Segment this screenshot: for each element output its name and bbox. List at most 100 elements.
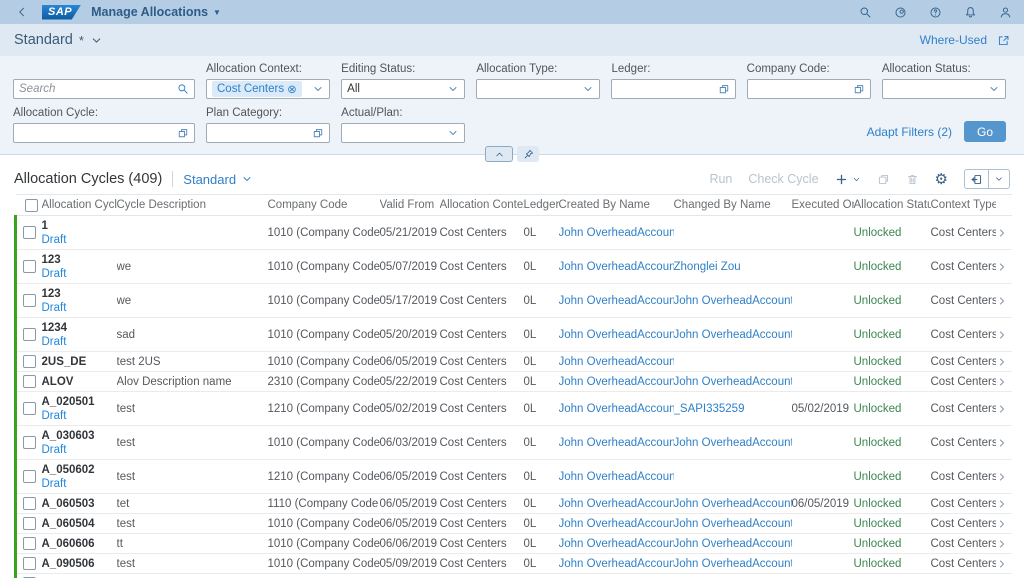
- row-navigation-chevron[interactable]: [996, 514, 1012, 534]
- table-row[interactable]: A_060504test1010 (Company Code 1010)06/0…: [16, 514, 1012, 534]
- changed-by-link[interactable]: _SAPI335259: [674, 403, 745, 415]
- row-navigation-chevron[interactable]: [996, 216, 1012, 250]
- row-navigation-chevron[interactable]: [996, 372, 1012, 392]
- table-row[interactable]: A_090506test1010 (Company Code 1010)05/0…: [16, 554, 1012, 574]
- col-context-type-text[interactable]: Context Type Text: [931, 195, 996, 216]
- created-by-link[interactable]: John OverheadAccountant: [559, 538, 674, 550]
- shell-notifications-button[interactable]: [964, 6, 977, 19]
- changed-by-link[interactable]: John OverheadAccountant: [674, 498, 792, 510]
- shell-search-button[interactable]: [859, 6, 872, 19]
- table-row[interactable]: 1Draft1010 (Company Code 1010)05/21/2019…: [16, 216, 1012, 250]
- cost-centers-token[interactable]: Cost Centers⊗: [212, 81, 302, 97]
- changed-by-link[interactable]: John OverheadAccountant: [674, 558, 792, 570]
- search-field[interactable]: [13, 79, 195, 99]
- row-navigation-chevron[interactable]: [996, 318, 1012, 352]
- changed-by-link[interactable]: John OverheadAccountant: [674, 295, 792, 307]
- row-checkbox[interactable]: [23, 537, 36, 550]
- value-help-icon[interactable]: [177, 127, 189, 139]
- search-input[interactable]: [19, 83, 173, 95]
- col-ledger[interactable]: Ledger: [524, 195, 559, 216]
- allocation-type-select[interactable]: [476, 79, 600, 99]
- row-checkbox[interactable]: [23, 557, 36, 570]
- created-by-link[interactable]: John OverheadAccountant: [559, 403, 674, 415]
- row-checkbox[interactable]: [23, 328, 36, 341]
- table-row[interactable]: 123Draftwe1010 (Company Code 1010)05/07/…: [16, 250, 1012, 284]
- draft-link[interactable]: Draft: [42, 302, 67, 314]
- row-checkbox[interactable]: [23, 260, 36, 273]
- ledger-input[interactable]: [611, 79, 735, 99]
- draft-link[interactable]: Draft: [42, 268, 67, 280]
- table-row[interactable]: A_020501Drafttest1210 (Company Code 1210…: [16, 392, 1012, 426]
- table-variant-selector[interactable]: Standard: [183, 172, 253, 187]
- created-by-link[interactable]: John OverheadAccountant: [559, 437, 674, 449]
- created-by-link[interactable]: John OverheadAccountant: [559, 295, 674, 307]
- row-navigation-chevron[interactable]: [996, 250, 1012, 284]
- export-button[interactable]: [965, 170, 988, 188]
- created-by-link[interactable]: John OverheadAccountant: [559, 329, 674, 341]
- row-checkbox[interactable]: [23, 375, 36, 388]
- row-checkbox[interactable]: [23, 294, 36, 307]
- table-row[interactable]: A_030603Drafttest1010 (Company Code 1010…: [16, 426, 1012, 460]
- table-row[interactable]: A_090507test1010 (Company Code 1010)05/0…: [16, 574, 1012, 578]
- search-input-icon[interactable]: [177, 83, 189, 95]
- row-navigation-chevron[interactable]: [996, 392, 1012, 426]
- value-help-icon[interactable]: [853, 83, 865, 95]
- row-navigation-chevron[interactable]: [996, 426, 1012, 460]
- created-by-link[interactable]: John OverheadAccountant: [559, 227, 674, 239]
- select-all-checkbox[interactable]: [25, 199, 38, 212]
- back-button[interactable]: [12, 3, 32, 21]
- table-row[interactable]: A_060503tet1110 (Company Code 1110)06/05…: [16, 494, 1012, 514]
- table-row[interactable]: A_050602Drafttest1210 (Company Code 1210…: [16, 460, 1012, 494]
- changed-by-link[interactable]: John OverheadAccountant: [674, 518, 792, 530]
- col-executed-on[interactable]: Executed On: [792, 195, 854, 216]
- chevron-down-icon[interactable]: [582, 83, 594, 95]
- changed-by-link[interactable]: Zhonglei Zou: [674, 261, 741, 273]
- row-navigation-chevron[interactable]: [996, 460, 1012, 494]
- delete-button[interactable]: [906, 173, 919, 186]
- copy-button[interactable]: [877, 173, 890, 186]
- row-navigation-chevron[interactable]: [996, 574, 1012, 578]
- check-cycle-button[interactable]: Check Cycle: [748, 172, 818, 186]
- allocation-status-select[interactable]: [882, 79, 1006, 99]
- app-title-menu[interactable]: Manage Allocations ▼: [91, 5, 221, 19]
- plan-category-input[interactable]: [206, 123, 330, 143]
- col-created-by-name[interactable]: Created By Name: [559, 195, 674, 216]
- draft-link[interactable]: Draft: [42, 336, 67, 348]
- table-row[interactable]: 1234Draftsad1010 (Company Code 1010)05/2…: [16, 318, 1012, 352]
- table-row[interactable]: A_060606tt1010 (Company Code 1010)06/06/…: [16, 534, 1012, 554]
- col-company-code[interactable]: Company Code: [268, 195, 380, 216]
- go-button[interactable]: Go: [964, 121, 1006, 142]
- actual-plan-select[interactable]: [341, 123, 465, 143]
- pin-header-button[interactable]: [517, 146, 539, 162]
- add-button[interactable]: [835, 173, 861, 186]
- table-row[interactable]: ALOVAlov Description name2310 (Company C…: [16, 372, 1012, 392]
- created-by-link[interactable]: John OverheadAccountant: [559, 356, 674, 368]
- col-allocation-cycle[interactable]: Allocation Cycle: [42, 195, 117, 216]
- created-by-link[interactable]: John OverheadAccountant: [559, 471, 674, 483]
- row-checkbox[interactable]: [23, 436, 36, 449]
- col-valid-from[interactable]: Valid From: [380, 195, 440, 216]
- collapse-header-button[interactable]: [485, 146, 513, 162]
- row-navigation-chevron[interactable]: [996, 494, 1012, 514]
- row-checkbox[interactable]: [23, 402, 36, 415]
- created-by-link[interactable]: John OverheadAccountant: [559, 498, 674, 510]
- row-navigation-chevron[interactable]: [996, 554, 1012, 574]
- value-help-icon[interactable]: [718, 83, 730, 95]
- col-cycle-description[interactable]: Cycle Description: [117, 195, 268, 216]
- created-by-link[interactable]: John OverheadAccountant: [559, 558, 674, 570]
- variant-selector[interactable]: Standard *: [14, 32, 103, 48]
- changed-by-link[interactable]: John OverheadAccountant: [674, 376, 792, 388]
- adapt-filters-link[interactable]: Adapt Filters (2): [867, 125, 952, 139]
- chevron-down-icon[interactable]: [312, 83, 324, 95]
- row-checkbox[interactable]: [23, 497, 36, 510]
- remove-token-icon[interactable]: ⊗: [287, 82, 297, 96]
- col-changed-by-name[interactable]: Changed By Name: [674, 195, 792, 216]
- row-navigation-chevron[interactable]: [996, 284, 1012, 318]
- run-button[interactable]: Run: [709, 172, 732, 186]
- company-code-input[interactable]: [747, 79, 871, 99]
- row-checkbox[interactable]: [23, 226, 36, 239]
- col-allocation-status[interactable]: Allocation Status: [854, 195, 931, 216]
- draft-link[interactable]: Draft: [42, 478, 67, 490]
- export-menu-button[interactable]: [988, 170, 1009, 188]
- chevron-down-icon[interactable]: [988, 83, 1000, 95]
